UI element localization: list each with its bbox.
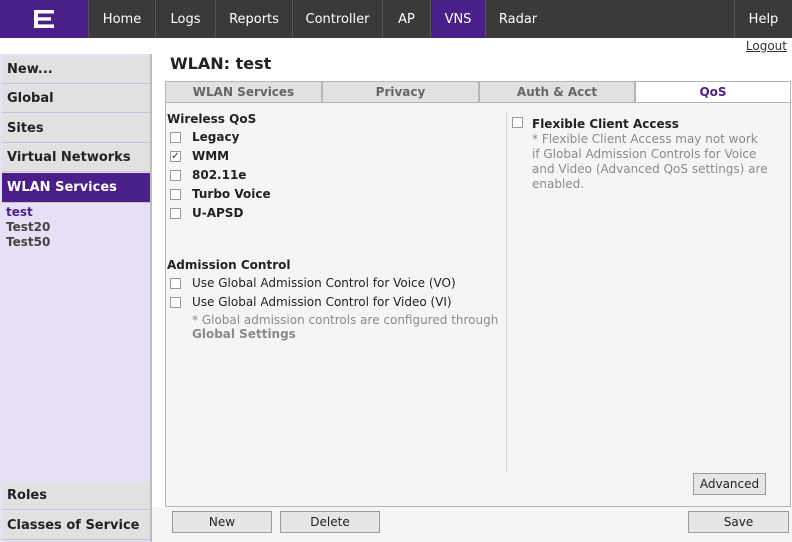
column-divider <box>506 112 507 472</box>
top-nav-bar: Home Logs Reports Controller AP VNS Rada… <box>0 0 792 38</box>
flex-note-line-4: enabled. <box>532 177 585 191</box>
sidebar-item-wlan-services[interactable]: WLAN Services <box>2 173 150 203</box>
legacy-checkbox[interactable] <box>170 132 181 143</box>
sidebar-subitem-test[interactable]: test <box>6 205 33 219</box>
sidebar: New... Global Sites Virtual Networks WLA… <box>0 54 152 542</box>
flex-note-line-3: and Video (Advanced QoS settings) are <box>532 162 768 176</box>
admission-video-checkbox[interactable] <box>170 297 181 308</box>
page-title: WLAN: test <box>170 54 272 73</box>
tab-qos[interactable]: QoS <box>635 81 791 103</box>
admission-note: * Global admission controls are configur… <box>192 313 499 327</box>
flexible-client-access-checkbox[interactable] <box>512 117 523 128</box>
u-apsd-label: U-APSD <box>192 206 244 220</box>
nav-radar[interactable]: Radar <box>485 0 550 38</box>
tab-strip: WLAN Services Privacy Auth & Acct QoS <box>165 81 791 103</box>
admission-voice-label: Use Global Admission Control for Voice (… <box>192 276 456 290</box>
global-settings-link[interactable]: Global Settings <box>192 327 296 341</box>
nav-vns[interactable]: VNS <box>430 0 485 38</box>
80211e-checkbox[interactable] <box>170 170 181 181</box>
80211e-label: 802.11e <box>192 168 247 182</box>
sidebar-subitem-test50[interactable]: Test50 <box>6 235 50 249</box>
admission-video-label: Use Global Admission Control for Video (… <box>192 295 452 309</box>
tab-wlan-services[interactable]: WLAN Services <box>165 81 322 103</box>
nav-help[interactable]: Help <box>734 0 792 38</box>
nav-controller[interactable]: Controller <box>292 0 382 38</box>
nav-home[interactable]: Home <box>88 0 155 38</box>
admission-control-title: Admission Control <box>167 258 291 272</box>
nav-ap[interactable]: AP <box>382 0 430 38</box>
wmm-checkbox[interactable]: ✓ <box>170 151 181 162</box>
extreme-logo-icon <box>34 10 54 28</box>
legacy-label: Legacy <box>192 130 240 144</box>
u-apsd-checkbox[interactable] <box>170 208 181 219</box>
logout-link[interactable]: Logout <box>746 39 787 53</box>
sidebar-item-sites[interactable]: Sites <box>2 115 150 143</box>
delete-button[interactable]: Delete <box>280 511 380 533</box>
sidebar-item-virtual-networks[interactable]: Virtual Networks <box>2 144 150 172</box>
save-button[interactable]: Save <box>688 511 789 533</box>
nav-logs[interactable]: Logs <box>155 0 215 38</box>
sidebar-item-roles[interactable]: Roles <box>2 482 150 510</box>
nav-reports[interactable]: Reports <box>215 0 292 38</box>
flexible-client-access-label: Flexible Client Access <box>532 117 679 131</box>
turbo-voice-checkbox[interactable] <box>170 189 181 200</box>
sidebar-item-new[interactable]: New... <box>2 56 150 84</box>
flex-note-line-2: if Global Admission Controls for Voice <box>532 147 757 161</box>
brand-logo[interactable] <box>0 0 88 38</box>
advanced-button[interactable]: Advanced <box>693 473 766 495</box>
flex-note-line-1: * Flexible Client Access may not work <box>532 132 758 146</box>
wmm-label: WMM <box>192 149 230 163</box>
admission-voice-checkbox[interactable] <box>170 278 181 289</box>
sidebar-item-global[interactable]: Global <box>2 85 150 113</box>
tab-auth-acct[interactable]: Auth & Acct <box>479 81 635 103</box>
wireless-qos-title: Wireless QoS <box>167 112 257 126</box>
new-button[interactable]: New <box>172 511 272 533</box>
turbo-voice-label: Turbo Voice <box>192 187 271 201</box>
sidebar-subitem-test20[interactable]: Test20 <box>6 220 50 234</box>
tab-privacy[interactable]: Privacy <box>322 81 479 103</box>
sidebar-item-classes-of-service[interactable]: Classes of Service <box>2 512 150 540</box>
